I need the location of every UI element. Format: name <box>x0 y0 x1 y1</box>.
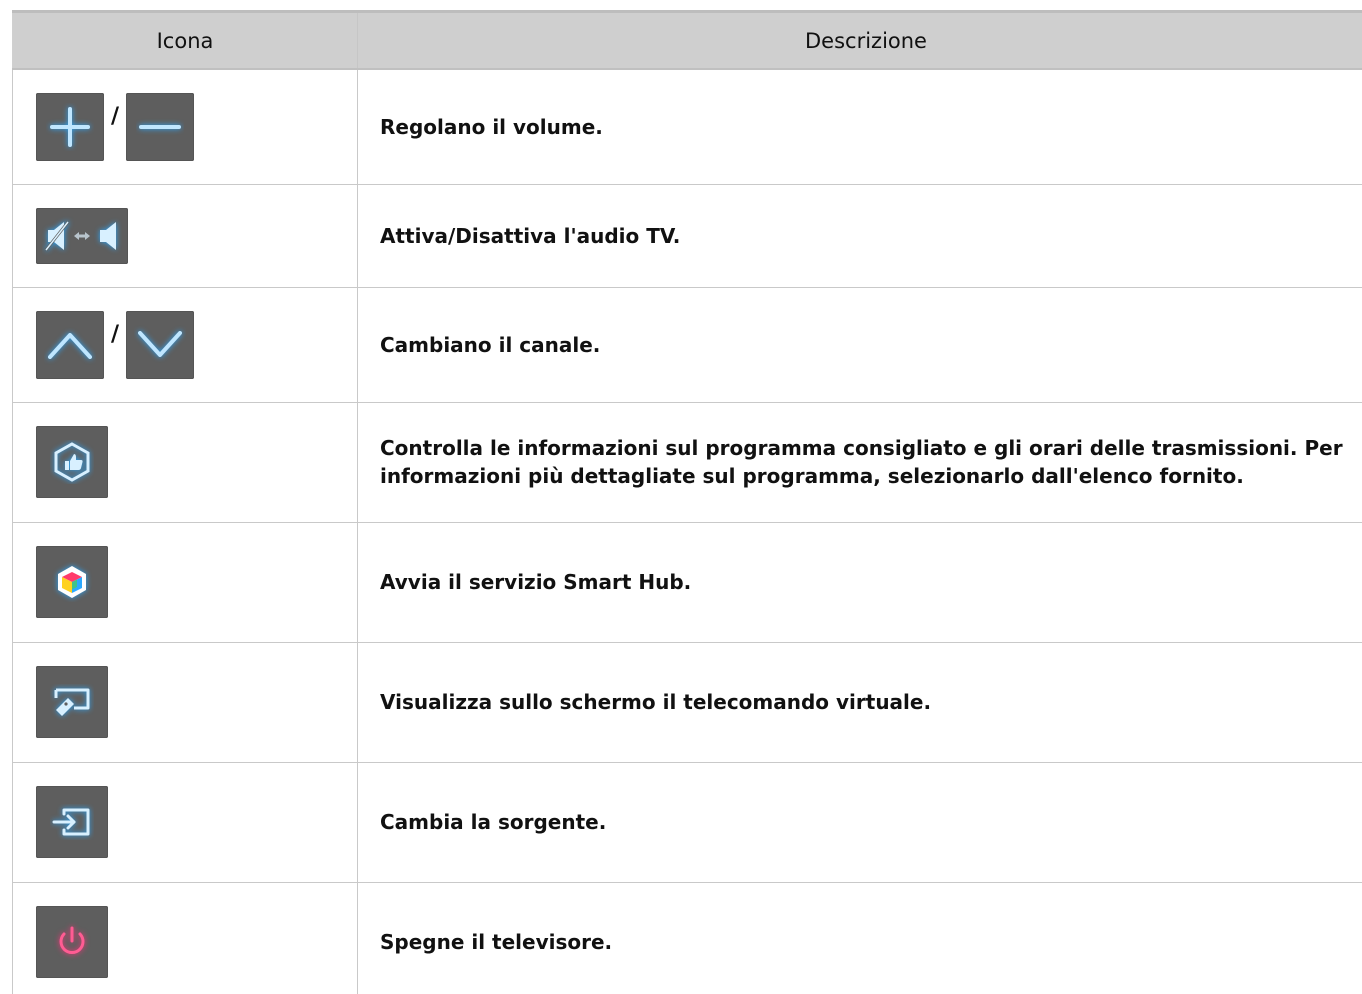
table-row: Spegne il televisore. <box>12 882 1362 994</box>
table-row: Controlla le informazioni sul programma … <box>12 402 1362 523</box>
minus-icon <box>126 92 195 161</box>
icon-cell <box>12 184 358 288</box>
page: Icona Descrizione / Regolano il volume. … <box>0 0 1362 994</box>
table-row: Avvia il servizio Smart Hub. <box>12 522 1362 643</box>
separator: / <box>111 104 120 130</box>
mute-toggle-icon <box>36 207 128 264</box>
smart-hub-icon <box>36 546 108 618</box>
icon-cell <box>12 762 358 883</box>
plus-icon <box>36 92 104 161</box>
description-cell: Attiva/Disattiva l'audio TV. <box>357 184 1362 288</box>
recommended-icon <box>36 426 108 498</box>
table-row: Visualizza sullo schermo il telecomando … <box>12 642 1362 763</box>
power-icon <box>36 906 108 978</box>
description-cell: Visualizza sullo schermo il telecomando … <box>357 642 1362 763</box>
table-row: Cambia la sorgente. <box>12 762 1362 883</box>
table-row: / Cambiano il canale. <box>12 287 1362 403</box>
chevron-up-icon <box>36 310 104 379</box>
separator: / <box>111 322 120 347</box>
table-row: Attiva/Disattiva l'audio TV. <box>12 184 1362 288</box>
description-cell: Controlla le informazioni sul programma … <box>357 402 1362 523</box>
description-cell: Regolano il volume. <box>357 69 1362 185</box>
icon-cell <box>12 882 358 994</box>
header-icon: Icona <box>12 11 358 70</box>
icon-cell <box>12 522 358 643</box>
icon-cell <box>12 642 358 763</box>
table-row: / Regolano il volume. <box>12 69 1362 185</box>
table-header-row: Icona Descrizione <box>12 11 1362 70</box>
icon-cell <box>12 402 358 523</box>
chevron-down-icon <box>126 310 195 379</box>
icon-description-table: Icona Descrizione / Regolano il volume. … <box>12 10 1362 994</box>
icon-cell: / <box>12 287 358 403</box>
description-cell: Cambiano il canale. <box>357 287 1362 403</box>
source-icon <box>36 786 108 858</box>
description-cell: Cambia la sorgente. <box>357 762 1362 883</box>
description-cell: Avvia il servizio Smart Hub. <box>357 522 1362 643</box>
header-description: Descrizione <box>357 11 1362 70</box>
description-cell: Spegne il televisore. <box>357 882 1362 994</box>
virtual-remote-icon <box>36 666 108 738</box>
icon-cell: / <box>12 69 358 185</box>
